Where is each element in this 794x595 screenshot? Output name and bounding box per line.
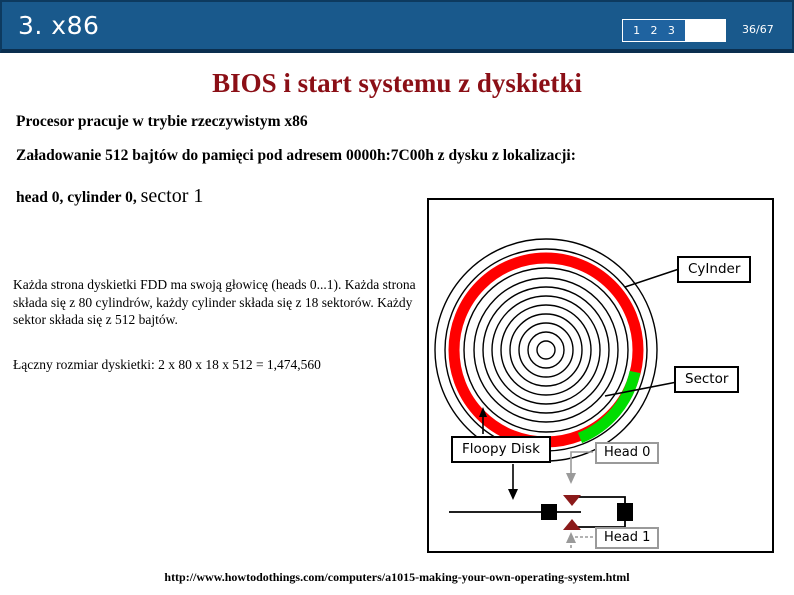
chs-emphasis-text: sector 1 xyxy=(140,185,204,207)
slide-title: BIOS i start systemu z dyskietki xyxy=(212,68,582,98)
nav-step-2[interactable]: 2 xyxy=(650,25,657,36)
nav-step-3[interactable]: 3 xyxy=(668,25,675,36)
floppy-to-mechanism-arrowhead xyxy=(508,489,518,500)
track-circles xyxy=(434,238,658,462)
navigation-progress-widget[interactable]: 1 2 3 xyxy=(622,19,726,42)
mechanism-block-right xyxy=(617,503,633,521)
paragraph-floppy-description: Każda strona dyskietki FDD ma swoją głow… xyxy=(13,277,416,327)
section-title: 3. x86 xyxy=(18,11,100,40)
navigation-steps-filled[interactable]: 1 2 3 xyxy=(623,20,685,41)
slide-counter: 36/67 xyxy=(742,23,774,36)
cylinder-leader-line xyxy=(624,268,680,288)
bullet-load-bytes: Załadowanie 512 bajtów do pamięci pod ad… xyxy=(16,147,576,164)
head-1-marker xyxy=(563,519,581,530)
label-head-0: Head 0 xyxy=(595,442,660,465)
label-floppy-disk: Floopy Disk xyxy=(451,436,551,463)
slide-header-bar: 3. x86 1 2 3 36/67 xyxy=(0,0,794,53)
source-url[interactable]: http://www.howtodothings.com/computers/a… xyxy=(0,570,794,585)
head1-callout-arrowhead xyxy=(566,532,576,543)
bullet-chs-location: head 0, cylinder 0, sector 1 xyxy=(16,185,203,208)
bullet-real-mode: Procesor pracuje w trybie rzeczywistym x… xyxy=(16,113,308,130)
label-sector: Sector xyxy=(674,366,740,393)
paragraph-total-size: Łączny rozmiar dyskietki: 2 x 80 x 18 x … xyxy=(13,357,321,372)
nav-step-1[interactable]: 1 xyxy=(633,25,640,36)
floppy-disk-diagram: CyInder Sector Floopy Disk Head 0 Head 1 xyxy=(427,198,774,553)
chs-prefix-text: head 0, cylinder 0, xyxy=(16,189,141,206)
head0-callout-arrowhead xyxy=(566,473,576,484)
head-0-marker xyxy=(563,495,581,506)
mechanism-block-left xyxy=(541,504,557,520)
label-cylinder: CyInder xyxy=(677,256,752,283)
label-head-1: Head 1 xyxy=(595,527,660,550)
